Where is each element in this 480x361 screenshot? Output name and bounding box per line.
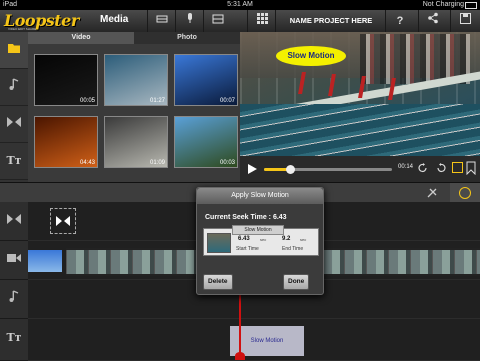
media-thumbnail[interactable]: 00:07	[174, 54, 238, 106]
text-icon: Tт	[6, 154, 22, 167]
audio-button[interactable]	[175, 10, 204, 32]
effects-button[interactable]	[450, 183, 480, 203]
media-panel: Video Photo 00:05 01:27 00:07 04:43 01:09 00:…	[28, 32, 240, 182]
save-icon	[459, 13, 471, 24]
folder-icon	[8, 44, 20, 53]
layout-icon	[212, 14, 224, 24]
slow-motion-card: Slow Motion 6.43 sec Start Time 9.2 sec …	[203, 225, 319, 256]
rotate-left-icon[interactable]	[418, 163, 428, 173]
audio-track-icon	[0, 280, 28, 319]
end-time-unit: sec	[300, 237, 307, 242]
media-thumbnail[interactable]: 00:03	[174, 116, 238, 168]
transition-icon	[7, 117, 21, 127]
save-button[interactable]	[450, 10, 479, 32]
thumbnail-duration: 01:27	[149, 98, 165, 104]
grid-icon	[256, 13, 268, 24]
crop-icon[interactable]	[452, 162, 463, 173]
seek-handle[interactable]	[285, 165, 295, 174]
start-time-unit: sec	[260, 237, 267, 242]
preview-frame: Slow Motion	[240, 32, 480, 156]
media-tool-button[interactable]	[0, 32, 28, 69]
start-time-value[interactable]: 6.43	[238, 236, 250, 242]
playhead-handle[interactable]	[235, 352, 245, 360]
help-button[interactable]: ?	[385, 10, 414, 32]
thumbnail-duration: 04:43	[79, 160, 95, 166]
music-note-icon	[9, 290, 19, 302]
target-icon	[459, 187, 471, 199]
tab-photo[interactable]: Photo	[134, 32, 240, 44]
split-icon[interactable]	[426, 187, 438, 199]
delete-button[interactable]: Delete	[203, 274, 233, 290]
thumbnail-duration: 00:07	[219, 98, 235, 104]
media-thumbnail[interactable]: 01:27	[104, 54, 168, 106]
layout-button[interactable]	[203, 10, 232, 32]
share-button[interactable]	[418, 10, 447, 32]
apply-slow-motion-dialog: Apply Slow Motion Current Seek Time : 6.…	[196, 187, 324, 295]
share-icon	[428, 12, 438, 24]
video-clip[interactable]	[322, 248, 480, 276]
video-track-icon	[0, 241, 28, 280]
battery-icon	[465, 2, 477, 9]
end-time-label: End Time	[282, 246, 304, 252]
video-clip[interactable]	[28, 250, 62, 272]
preview-controls: 00:14	[240, 156, 480, 182]
bookmark-icon[interactable]	[466, 161, 476, 175]
status-bar: iPad 5:31 AM Not Charging	[0, 0, 480, 10]
clock: 5:31 AM	[227, 1, 253, 8]
end-time-value[interactable]: 9.2	[282, 236, 290, 242]
seek-bar[interactable]	[264, 165, 392, 174]
transition-track-icon	[0, 202, 28, 241]
film-icon	[156, 15, 168, 23]
media-thumbnail[interactable]: 00:05	[34, 54, 98, 106]
text-icon: Tт	[6, 331, 22, 344]
video-camera-icon	[7, 254, 21, 262]
thumbnail-duration: 01:09	[149, 160, 165, 166]
preview-time: 00:14	[398, 164, 414, 170]
main-toolbar: Loopster VIDEO EDIT SHARE Media NAME PRO…	[0, 10, 480, 33]
effect-name: Slow Motion	[232, 225, 284, 235]
transition-tool-button[interactable]	[0, 106, 28, 143]
audio-tool-button[interactable]	[0, 69, 28, 106]
music-note-icon	[9, 78, 19, 90]
grid-button[interactable]	[247, 10, 276, 32]
section-title: Media	[100, 14, 129, 25]
microphone-icon	[188, 13, 192, 23]
media-thumbnail[interactable]: 01:09	[104, 116, 168, 168]
logo-tagline: VIDEO EDIT SHARE	[8, 27, 37, 31]
slow-motion-overlay-label: Slow Motion	[276, 46, 346, 66]
dialog-title: Apply Slow Motion	[197, 188, 323, 204]
playhead[interactable]	[239, 290, 241, 360]
video-clip[interactable]	[66, 248, 196, 276]
transition-slot[interactable]	[50, 208, 76, 234]
play-icon[interactable]	[248, 164, 257, 174]
rotate-right-icon[interactable]	[436, 163, 446, 173]
thumbnail-duration: 00:03	[219, 160, 235, 166]
video-preview[interactable]: Slow Motion 00:14	[240, 32, 480, 182]
text-tool-button[interactable]: Tт	[0, 143, 28, 180]
transition-icon	[7, 214, 21, 224]
start-time-label: Start Time	[236, 246, 259, 252]
battery-status: Not Charging	[422, 1, 464, 8]
storyboard-button[interactable]	[147, 10, 176, 32]
project-name-field[interactable]: NAME PROJECT HERE	[275, 10, 386, 32]
transition-icon	[56, 216, 70, 226]
tool-sidebar: Tт	[0, 32, 28, 182]
effect-thumbnail	[207, 233, 231, 253]
current-seek-time: Current Seek Time : 6.43	[205, 214, 287, 221]
thumbnail-duration: 00:05	[79, 98, 95, 104]
tab-video[interactable]: Video	[28, 32, 134, 44]
media-thumbnail[interactable]: 04:43	[34, 116, 98, 168]
text-track-icon: Tт	[0, 319, 28, 361]
done-button[interactable]: Done	[283, 274, 310, 290]
